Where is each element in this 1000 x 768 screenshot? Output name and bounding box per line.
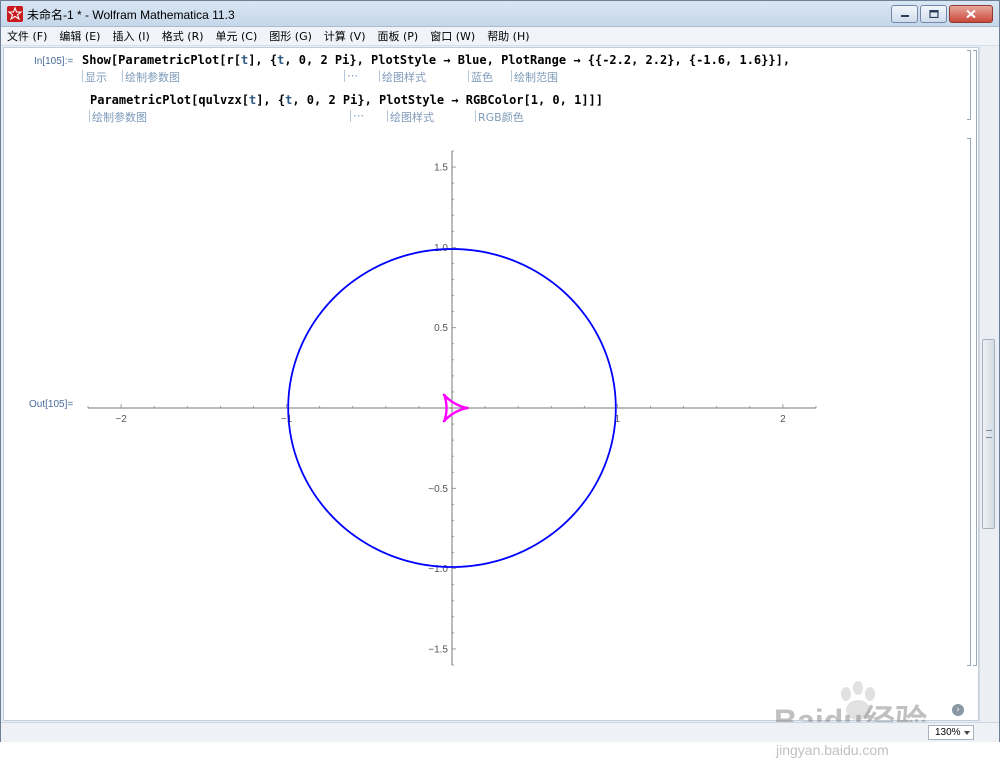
zoom-value: 130%: [935, 727, 961, 738]
code-annotation: 绘制范围: [511, 70, 558, 84]
input-code-line-2[interactable]: ParametricPlot[qulvzx[t], {t, 0, 2 Pi}, …: [90, 93, 603, 107]
maximize-button[interactable]: [920, 5, 947, 23]
menu-cell[interactable]: 单元 (C): [210, 28, 264, 44]
code-fragment: ], {: [256, 93, 286, 107]
status-bar: 130%: [1, 722, 999, 742]
zoom-select[interactable]: 130%: [928, 725, 974, 740]
minimize-icon: [900, 15, 909, 17]
output-cell-label: Out[105]=: [29, 399, 74, 410]
watermark-url: jingyan.baidu.com: [776, 742, 889, 758]
menu-file[interactable]: 文件 (F): [1, 28, 53, 44]
close-icon: [966, 9, 976, 19]
code-annotation: 绘制参数图: [89, 110, 147, 124]
vertical-scrollbar[interactable]: [979, 47, 997, 721]
menu-help[interactable]: 帮助 (H): [481, 28, 535, 44]
code-fragment: Show[ParametricPlot[r[: [82, 53, 241, 67]
x-tick-label: −1: [281, 414, 293, 425]
maximize-icon: [928, 10, 939, 18]
code-annotation: RGB颜色: [475, 110, 524, 124]
code-annotation: ⋯: [350, 109, 364, 122]
group-cell-bracket[interactable]: [973, 50, 977, 666]
code-fragment: , 0, 2 Pi}, PlotStyle → RGBColor[1, 0, 1…: [292, 93, 603, 107]
mathematica-window: 未命名-1 * - Wolfram Mathematica 11.3 文件 (F…: [0, 0, 1000, 758]
menu-graphics[interactable]: 图形 (G): [263, 28, 318, 44]
input-cell-bracket[interactable]: [967, 50, 971, 120]
code-annotation: 显示: [82, 70, 107, 84]
title-bar[interactable]: 未命名-1 * - Wolfram Mathematica 11.3: [1, 1, 999, 27]
input-code-line-1[interactable]: Show[ParametricPlot[r[t], {t, 0, 2 Pi}, …: [82, 53, 790, 67]
menu-palettes[interactable]: 面板 (P): [372, 28, 425, 44]
menu-bar: 文件 (F) 编辑 (E) 插入 (I) 格式 (R) 单元 (C) 图形 (G…: [1, 27, 999, 46]
output-cell-bracket[interactable]: [967, 138, 971, 666]
code-annotation: 绘制参数图: [122, 70, 180, 84]
input-cell-label: In[105]:=: [34, 56, 74, 67]
code-annotation: 绘图样式: [387, 110, 434, 124]
code-fragment: ], {: [248, 53, 278, 67]
scroll-grip-icon: [986, 430, 992, 438]
x-tick-label: 2: [780, 414, 786, 425]
scrollbar-thumb[interactable]: [982, 339, 995, 529]
menu-evaluation[interactable]: 计算 (V): [318, 28, 372, 44]
menu-window[interactable]: 窗口 (W): [424, 28, 481, 44]
minimize-button[interactable]: [891, 5, 918, 23]
menu-edit[interactable]: 编辑 (E): [53, 28, 106, 44]
y-tick-label: 0.5: [434, 323, 448, 334]
code-fragment: ParametricPlot[qulvzx[: [90, 93, 249, 107]
menu-format[interactable]: 格式 (R): [156, 28, 210, 44]
code-fragment: , 0, 2 Pi}, PlotStyle → Blue, PlotRange …: [284, 53, 791, 67]
y-tick-label: −0.5: [428, 484, 448, 495]
menu-insert[interactable]: 插入 (I): [106, 28, 155, 44]
window-title: 未命名-1 * - Wolfram Mathematica 11.3: [27, 8, 235, 22]
plot-graphic[interactable]: −2 −1 1 2 −1.5 −1.0 −0.5 0.5 1.0 1.5: [84, 143, 824, 673]
y-tick-label: 1.5: [434, 163, 448, 174]
chevron-down-icon: [964, 731, 970, 735]
parametric-plot-svg[interactable]: −2 −1 1 2−1.5−1.0−0.50.51.01.5: [84, 143, 824, 673]
code-annotation: 蓝色: [468, 70, 493, 84]
mathematica-logo-icon[interactable]: [7, 6, 23, 22]
x-tick-label: −2: [115, 414, 127, 425]
code-annotation: ⋯: [344, 69, 358, 82]
notebook-area[interactable]: In[105]:= Show[ParametricPlot[r[t], {t, …: [3, 47, 979, 758]
code-annotation: 绘图样式: [379, 70, 426, 84]
close-button[interactable]: [949, 5, 993, 23]
y-tick-label: −1.5: [428, 644, 448, 655]
